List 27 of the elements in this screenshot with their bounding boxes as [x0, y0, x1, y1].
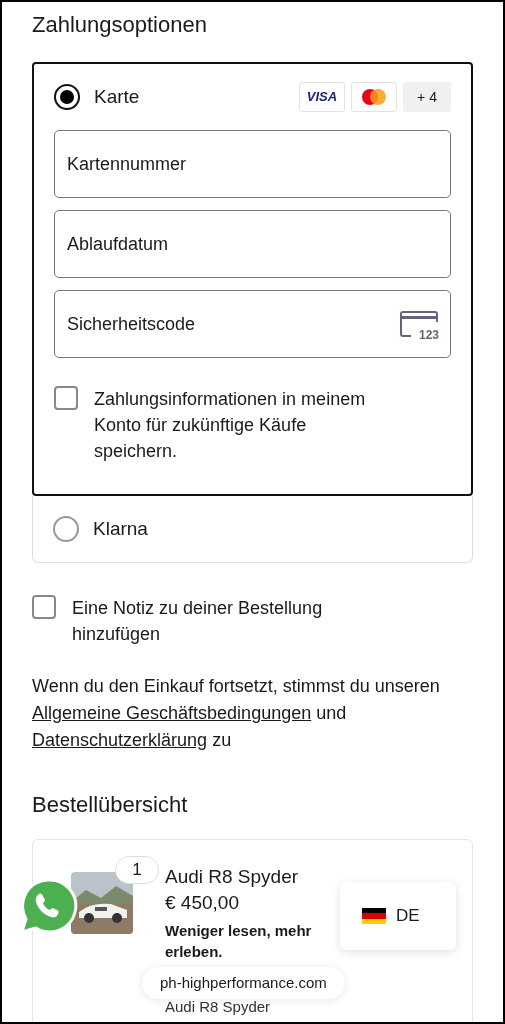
input-field[interactable]: Ablaufdatum: [54, 210, 451, 278]
checkbox-label[interactable]: Eine Notiz zu deiner Bestellung hinzufügen: [72, 595, 373, 647]
product-name: Audi R8 Spyder: [165, 865, 300, 889]
checkbox[interactable]: [32, 595, 56, 619]
option-label[interactable]: Karte: [94, 82, 140, 112]
consent-text: Wenn du den Einkauf fortsetzt, stimmst du unseren Allgemeine Geschäftsbedingungen und Datenschutzerklärung zu: [32, 675, 441, 752]
germany-flag-icon: [362, 908, 386, 924]
product-price: € 450,00: [165, 891, 240, 915]
url-bar[interactable]: ph-highperformance.com: [142, 967, 345, 999]
link[interactable]: Datenschutzerklärung: [32, 730, 208, 750]
radio-button[interactable]: [53, 516, 79, 542]
product-description: Weniger lesen, mehr erleben.: [165, 921, 313, 962]
quantity-badge: 1: [115, 856, 159, 884]
more-brands-badge: + 4: [403, 82, 451, 112]
checkbox-label[interactable]: Zahlungsinformationen in meinem Konto für zukünftige Käufe speichern.: [94, 386, 451, 464]
language-code: DE: [396, 905, 420, 928]
link[interactable]: Allgemeine Geschäftsbedingungen: [32, 703, 312, 723]
mastercard-logo: [351, 82, 397, 112]
checkbox[interactable]: [54, 386, 78, 410]
product-variant: Audi R8 Spyder: [165, 998, 272, 1016]
section-heading: Zahlungsoptionen: [32, 11, 208, 39]
visa-logo: VISA: [299, 82, 345, 112]
radio-button[interactable]: [54, 84, 80, 110]
input-field[interactable]: Kartennummer: [54, 130, 451, 198]
option-label[interactable]: Klarna: [93, 514, 148, 544]
language-popup[interactable]: DE: [340, 882, 456, 950]
section-heading: Bestellübersicht: [32, 791, 189, 819]
